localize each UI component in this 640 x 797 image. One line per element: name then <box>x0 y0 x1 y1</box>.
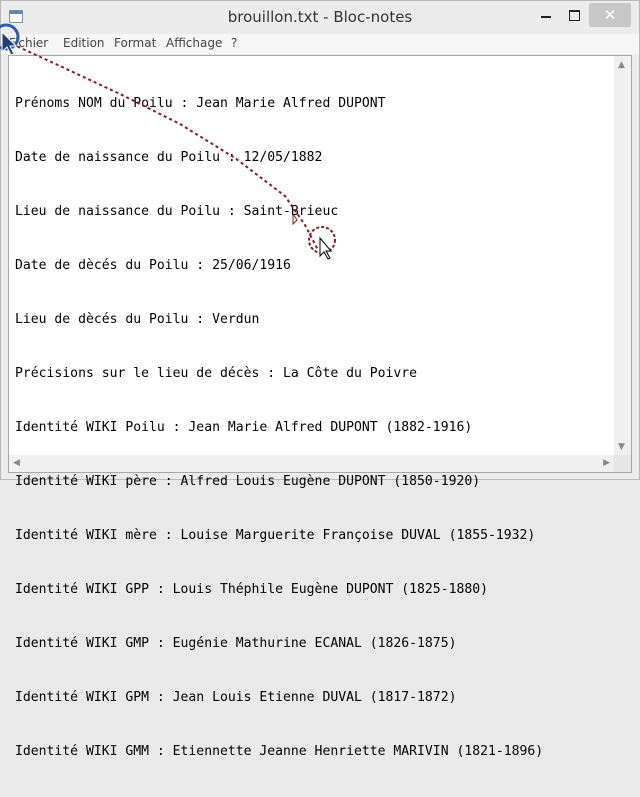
text-line: Identité WIKI GMM : Etiennette Jeanne He… <box>15 744 544 759</box>
text-line: Identité WIKI GMP : Eugénie Mathurine EC… <box>15 636 457 651</box>
scroll-left-icon[interactable]: ◀ <box>13 458 20 468</box>
menu-edition[interactable]: Edition <box>63 36 105 50</box>
close-button[interactable]: ✕ <box>589 3 631 27</box>
text-line: Lieu de dècés du Poilu : Verdun <box>15 312 260 327</box>
maximize-button[interactable] <box>559 1 589 29</box>
text-line: Date de naissance du Poilu : 12/05/1882 <box>15 150 323 165</box>
maximize-icon <box>568 9 580 21</box>
text-line: Identité WIKI GPP : Louis Théphile Eugèn… <box>15 582 488 597</box>
menu-fichier[interactable]: Fichier <box>9 36 48 50</box>
horizontal-scrollbar[interactable]: ◀ ▶ <box>9 455 614 472</box>
menu-bar: Fichier Edition Format Affichage ? <box>1 34 639 54</box>
text-line: Date de dècés du Poilu : 25/06/1916 <box>15 258 291 273</box>
minimize-button[interactable] <box>531 1 561 29</box>
text-line: Prénoms NOM du Poilu : Jean Marie Alfred… <box>15 96 386 111</box>
title-bar[interactable]: brouillon.txt - Bloc-notes ✕ <box>1 1 639 33</box>
scroll-up-icon[interactable]: ▲ <box>618 60 625 70</box>
scroll-down-icon[interactable]: ▼ <box>618 442 625 452</box>
minimize-icon <box>541 16 551 18</box>
scroll-right-icon[interactable]: ▶ <box>603 458 610 468</box>
text-line: Identité WIKI Poilu : Jean Marie Alfred … <box>15 420 473 435</box>
text-line: Identité WIKI père : Alfred Louis Eugène… <box>15 474 481 489</box>
text-line: Identité WIKI GPM : Jean Louis Etienne D… <box>15 690 457 705</box>
text-line: Identité WIKI mère : Louise Marguerite F… <box>15 528 536 543</box>
vertical-scrollbar[interactable]: ▲ ▼ <box>614 56 631 456</box>
document-text[interactable]: Prénoms NOM du Poilu : Jean Marie Alfred… <box>15 59 605 797</box>
menu-affichage[interactable]: Affichage <box>166 36 222 50</box>
menu-help[interactable]: ? <box>231 36 237 50</box>
close-icon: ✕ <box>603 6 617 24</box>
text-editor[interactable]: Prénoms NOM du Poilu : Jean Marie Alfred… <box>8 55 632 759</box>
scrollbar-corner <box>614 455 631 472</box>
menu-format[interactable]: Format <box>114 36 156 50</box>
text-line: Lieu de naissance du Poilu : Saint-Brieu… <box>15 204 339 219</box>
text-line: Précisions sur le lieu de décès : La Côt… <box>15 366 418 381</box>
notepad-window: brouillon.txt - Bloc-notes ✕ Fichier Edi… <box>0 0 640 759</box>
